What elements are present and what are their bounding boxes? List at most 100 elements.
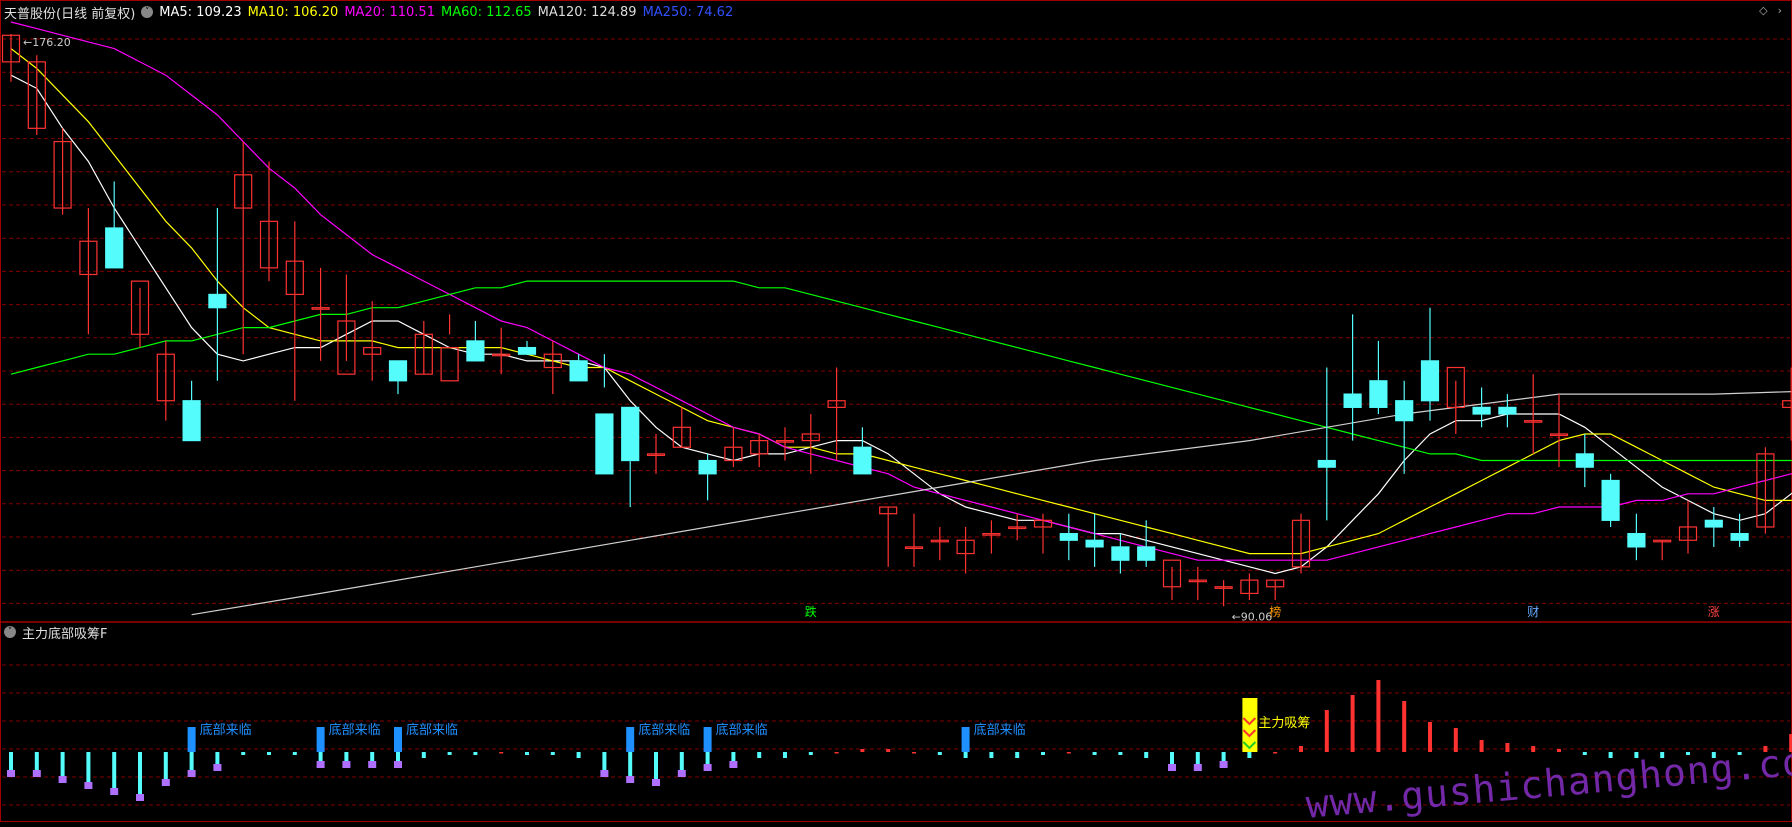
indicator-bar xyxy=(1505,743,1510,752)
indicator-bar xyxy=(1041,752,1045,755)
bottom-signal-bar xyxy=(394,727,402,752)
event-tag: 涨 xyxy=(1708,604,1720,619)
purple-marker xyxy=(677,770,686,777)
indicator-bar xyxy=(1479,740,1484,752)
candle-body xyxy=(1369,380,1388,408)
candle-body xyxy=(1627,533,1646,548)
ma10-line xyxy=(10,48,1792,555)
main-chart-header: 天普股份(日线 前复权) ˅ MA5: 109.23 MA10: 106.20 … xyxy=(0,2,733,22)
candle-body xyxy=(1395,400,1414,422)
indicator-bar xyxy=(215,752,220,764)
event-tag: 跌 xyxy=(805,604,817,619)
purple-marker xyxy=(136,794,144,801)
indicator-bar xyxy=(138,752,142,794)
indicator-bar xyxy=(318,752,323,761)
indicator-bar xyxy=(705,752,710,764)
event-tag: 榜 xyxy=(1269,604,1281,619)
purple-marker xyxy=(342,761,351,768)
purple-marker xyxy=(7,770,15,777)
indicator-bar xyxy=(1221,752,1226,761)
indicator-bar xyxy=(963,752,968,758)
indicator-bar xyxy=(267,752,271,755)
diamond-icon[interactable]: ◇ xyxy=(1759,4,1767,17)
purple-marker xyxy=(729,761,738,768)
candle-body xyxy=(440,346,459,382)
ma120-line xyxy=(191,390,1792,616)
indicator-bar xyxy=(1350,695,1355,752)
candle-body xyxy=(1601,479,1620,521)
bottom-signal-bar xyxy=(626,727,635,752)
candle-body xyxy=(388,360,408,382)
chevron-right-icon[interactable]: › xyxy=(1778,4,1782,17)
bottom-signal-bar xyxy=(961,727,970,752)
indicator-bar xyxy=(163,752,168,779)
indicator-bar xyxy=(731,752,736,761)
outer-border xyxy=(0,0,1792,822)
indicator-bar xyxy=(1015,752,1020,758)
chevron-down-icon[interactable]: ˅ xyxy=(4,626,16,638)
indicator-bar xyxy=(628,752,633,776)
ma60-label: MA60: 112.65 xyxy=(440,4,532,20)
indicator-bar xyxy=(1273,752,1278,754)
indicator-bar xyxy=(34,752,39,770)
candle-body xyxy=(698,459,717,475)
indicator-bar xyxy=(1170,752,1174,764)
sub-indicator-title: 主力底部吸筹F xyxy=(22,626,108,642)
purple-marker xyxy=(1193,764,1202,771)
indicator-bar xyxy=(292,752,297,755)
indicator-bar xyxy=(1247,752,1252,758)
indicator-bar xyxy=(783,752,787,758)
indicator-bar xyxy=(499,752,504,754)
candle-body xyxy=(1420,360,1440,402)
candle-body xyxy=(1111,546,1130,561)
purple-marker xyxy=(626,776,635,783)
ma10-label: MA10: 106.20 xyxy=(247,4,339,20)
purple-marker xyxy=(161,779,170,786)
bottom-signal-label: 底部来临 xyxy=(406,722,458,738)
indicator-bar xyxy=(808,752,813,755)
indicator-bar xyxy=(473,752,478,755)
candle-body xyxy=(105,227,124,269)
candle-body xyxy=(595,413,614,475)
bottom-signal-label: 底部来临 xyxy=(638,722,690,738)
indicator-bar xyxy=(937,752,942,755)
indicator-bar xyxy=(1299,746,1303,752)
purple-marker xyxy=(703,764,712,771)
indicator-bar xyxy=(679,752,684,770)
ma20-label: MA20: 110.51 xyxy=(344,4,435,20)
indicator-bar xyxy=(447,752,452,755)
indicator-bar xyxy=(1376,680,1381,752)
candle-body xyxy=(466,340,485,362)
indicator-bar xyxy=(86,752,91,782)
indicator-bar xyxy=(576,752,581,758)
indicator-bar xyxy=(1531,746,1536,752)
candle-body xyxy=(1343,393,1362,408)
candle-body xyxy=(517,346,537,355)
absorb-signal-label: 主力吸筹 xyxy=(1258,715,1310,731)
indicator-bar xyxy=(1582,752,1587,755)
stock-title: 天普股份(日线 前复权) xyxy=(4,6,136,22)
corner-tools: ◇ › xyxy=(1759,4,1782,17)
indicator-bar xyxy=(1144,752,1149,758)
indicator-bar xyxy=(654,752,658,779)
bottom-signal-bar xyxy=(703,727,712,752)
ma120-label: MA120: 124.89 xyxy=(537,4,637,20)
bottom-signal-label: 底部来临 xyxy=(716,722,768,738)
candle-body xyxy=(1704,519,1723,528)
indicator-bar xyxy=(112,752,117,788)
chevron-down-icon[interactable]: ˅ xyxy=(141,6,154,18)
kline-chart-frame: ←176.20 ←90.06 跌 榜 财 涨底部来临 底部来临 底部来临 底部来临 底部来临 底部来… xyxy=(0,0,1792,822)
indicator-bar xyxy=(1324,710,1329,752)
purple-marker xyxy=(32,770,41,777)
indicator-bar xyxy=(834,752,839,754)
candle-body xyxy=(1085,539,1104,548)
indicator-bar xyxy=(757,752,762,758)
ma5-label: MA5: 109.23 xyxy=(159,4,242,20)
candle-body xyxy=(621,406,640,462)
candle-body xyxy=(1472,406,1491,415)
candle-body xyxy=(1317,459,1336,468)
candle-body xyxy=(182,400,201,442)
candle-body xyxy=(1059,533,1078,541)
indicator-bar xyxy=(344,752,349,761)
indicator-bar xyxy=(396,752,400,761)
